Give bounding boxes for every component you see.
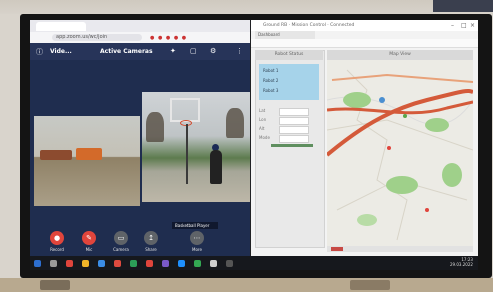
- app-icon[interactable]: [98, 260, 105, 267]
- active-cameras-label[interactable]: Active Cameras: [100, 48, 153, 55]
- camera-label: Camera: [113, 247, 129, 252]
- call-title: Vide...: [50, 48, 72, 55]
- background-wall: [0, 0, 493, 14]
- extension-icons[interactable]: ● ● ● ● ●: [150, 35, 187, 41]
- people-icon[interactable]: ✦: [170, 47, 176, 55]
- app-icon[interactable]: [146, 260, 153, 267]
- app-icon[interactable]: [210, 260, 217, 267]
- settings-icon[interactable]: ⚙: [210, 47, 216, 55]
- window-title: Ground RB · Mission Control · Connected: [251, 20, 478, 31]
- folder-icon[interactable]: [82, 260, 89, 267]
- mission-control-window: Ground RB · Mission Control · Connected …: [251, 20, 478, 270]
- app-icon[interactable]: [66, 260, 73, 267]
- list-item[interactable]: Robot 2: [263, 78, 278, 83]
- desk-item: [350, 280, 390, 290]
- app-icon[interactable]: [130, 260, 137, 267]
- share-label: Share: [145, 247, 157, 252]
- info-icon[interactable]: ⓘ: [36, 47, 43, 57]
- app-toolbar: [251, 39, 478, 48]
- vehicle-shape: [40, 150, 72, 160]
- app-icon[interactable]: [226, 260, 233, 267]
- participant-name: Basketball Player: [172, 222, 218, 229]
- layout-icon[interactable]: ▢: [190, 47, 197, 55]
- more-options-button[interactable]: ⋯: [190, 231, 204, 245]
- start-icon[interactable]: [34, 260, 41, 267]
- map-title: Map View: [327, 50, 473, 60]
- maximize-icon[interactable]: □: [461, 22, 467, 29]
- more-label: More: [192, 247, 202, 252]
- map-graphic: [327, 60, 473, 246]
- panel-title: Robot Status: [255, 50, 323, 60]
- share-button[interactable]: ↥: [144, 231, 158, 245]
- mic-label: Mic: [85, 247, 93, 252]
- hoop-pole: [186, 124, 188, 184]
- field-label: Alt: [259, 126, 265, 131]
- tree-shape: [226, 108, 244, 138]
- field-label: Lon: [259, 117, 267, 122]
- search-icon[interactable]: [50, 260, 57, 267]
- minimize-icon[interactable]: –: [451, 22, 454, 29]
- date-text: 29.03.2022: [450, 262, 473, 267]
- address-bar[interactable]: app.zoom.us/wc/join: [52, 34, 142, 41]
- video-call-window: app.zoom.us/wc/join ● ● ● ● ● ⓘ Vide... …: [30, 20, 250, 270]
- camera-button[interactable]: ▭: [114, 231, 128, 245]
- status-bar: [327, 246, 473, 252]
- battery-bar: [271, 144, 313, 147]
- app-icon[interactable]: [194, 260, 201, 267]
- more-icon[interactable]: ⋮: [236, 47, 243, 55]
- mic-button[interactable]: ✎: [82, 231, 96, 245]
- field-label: Mode: [259, 135, 270, 140]
- status-indicator: [331, 247, 343, 251]
- video-tile-street: [34, 116, 140, 206]
- vehicle-shape: [76, 148, 102, 160]
- lat-field[interactable]: [279, 108, 309, 116]
- desk-item: [40, 280, 70, 290]
- close-icon[interactable]: ×: [470, 22, 475, 29]
- background-object: [433, 0, 493, 12]
- mode-field[interactable]: [279, 135, 309, 143]
- map-view[interactable]: [327, 60, 473, 246]
- list-item[interactable]: Robot 3: [263, 88, 278, 93]
- lon-field[interactable]: [279, 117, 309, 125]
- field-label: Lat: [259, 108, 266, 113]
- browser-icon[interactable]: [178, 260, 185, 267]
- app-icon[interactable]: [114, 260, 121, 267]
- list-item[interactable]: Robot 1: [263, 68, 278, 73]
- tab-dashboard[interactable]: Dashboard: [255, 31, 315, 39]
- record-label: Record: [50, 247, 64, 252]
- person-figure: [210, 150, 222, 184]
- tree-shape: [146, 112, 164, 142]
- browser-tab[interactable]: [36, 22, 86, 31]
- screen: app.zoom.us/wc/join ● ● ● ● ● ⓘ Vide... …: [30, 20, 478, 270]
- hoop-backboard: [170, 98, 200, 122]
- alt-field[interactable]: [279, 126, 309, 134]
- desk-surface: [0, 278, 493, 292]
- app-icon[interactable]: [162, 260, 169, 267]
- record-button[interactable]: ●: [50, 231, 64, 245]
- clock[interactable]: 17:23 29.03.2022: [450, 257, 473, 267]
